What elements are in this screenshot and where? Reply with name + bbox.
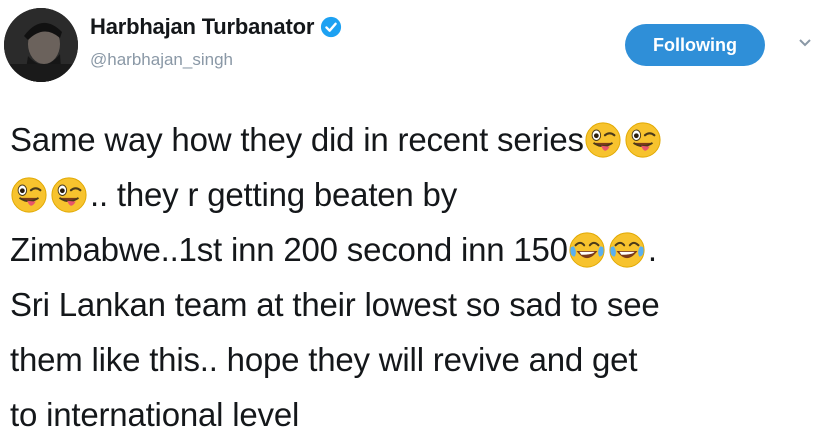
winking-tongue-emoji-icon xyxy=(10,176,48,214)
tweet-line: Sri Lankan team at their lowest so sad t… xyxy=(10,277,815,332)
chevron-down-icon[interactable] xyxy=(798,36,812,50)
author-name-row: Harbhajan Turbanator xyxy=(90,14,342,40)
tweet-line-text: Sri Lankan team at their lowest so sad t… xyxy=(10,286,660,323)
tweet-line: Zimbabwe..1st inn 200 second inn 150 . xyxy=(10,222,815,277)
winking-tongue-emoji-icon xyxy=(624,121,662,159)
tears-of-joy-emoji-icon xyxy=(568,231,606,269)
tweet-line: them like this.. hope they will revive a… xyxy=(10,332,815,387)
tweet-card: Harbhajan Turbanator @harbhajan_singh Fo… xyxy=(0,0,817,433)
tweet-line: Same way how they did in recent series xyxy=(10,112,815,167)
tweet-line-text: .. they r getting beaten by xyxy=(90,176,458,213)
tweet-line-text: to international level xyxy=(10,396,300,433)
tweet-text: Same way how they did in recent series .… xyxy=(10,112,815,442)
author-handle[interactable]: @harbhajan_singh xyxy=(90,50,233,70)
verified-badge-icon xyxy=(320,16,342,38)
winking-tongue-emoji-icon xyxy=(584,121,622,159)
tweet-line: to international level xyxy=(10,387,815,442)
tweet-line-text: Zimbabwe..1st inn 200 second inn 150 xyxy=(10,231,568,268)
tweet-line-text: Same way how they did in recent series xyxy=(10,121,584,158)
avatar[interactable] xyxy=(4,8,78,82)
winking-tongue-emoji-icon xyxy=(50,176,88,214)
avatar-image xyxy=(4,8,78,82)
tweet-line-text: them like this.. hope they will revive a… xyxy=(10,341,638,378)
tweet-line-suffix: . xyxy=(647,231,657,268)
following-button[interactable]: Following xyxy=(625,24,765,66)
tweet-line: .. they r getting beaten by xyxy=(10,167,815,222)
tears-of-joy-emoji-icon xyxy=(608,231,646,269)
author-display-name[interactable]: Harbhajan Turbanator xyxy=(90,14,314,40)
